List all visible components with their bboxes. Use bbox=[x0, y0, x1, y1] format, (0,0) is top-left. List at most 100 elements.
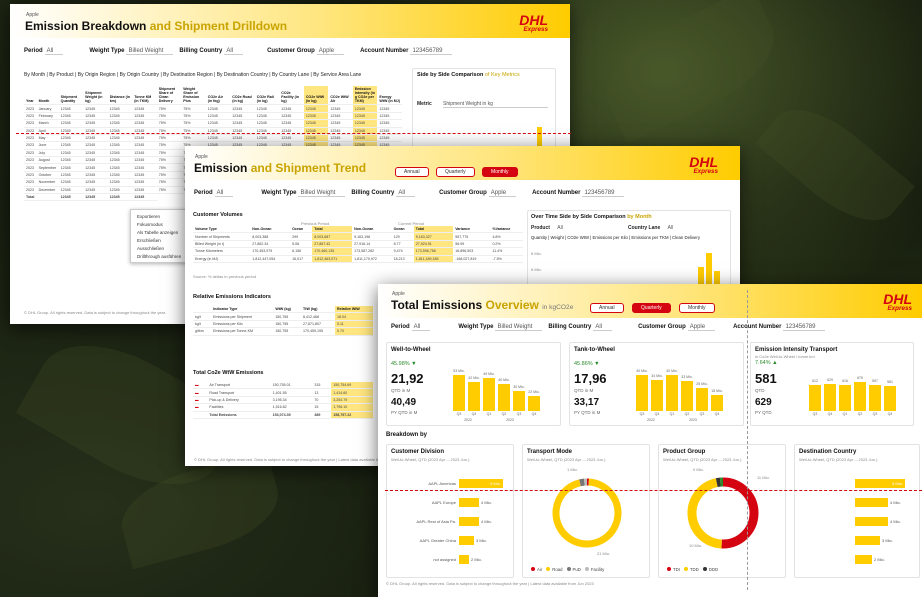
kpi-bar[interactable] bbox=[711, 395, 723, 411]
donut-chart[interactable] bbox=[659, 467, 787, 567]
filter-period[interactable]: Period All bbox=[194, 190, 234, 197]
toggle-annual[interactable]: Annual bbox=[590, 303, 624, 313]
kpi-bar[interactable] bbox=[483, 378, 495, 411]
legend-label[interactable]: Road bbox=[552, 567, 562, 572]
column-header[interactable]: Non-Ocean bbox=[250, 226, 291, 234]
filter-weight-type[interactable]: Weight Type Billed Weight bbox=[458, 324, 543, 331]
toggle-quarterly[interactable]: Quarterly bbox=[632, 303, 671, 313]
kpi-bar[interactable] bbox=[453, 375, 465, 411]
column-header[interactable]: Distance (in km) bbox=[107, 86, 133, 106]
column-header[interactable]: CO2e Road (in kg) bbox=[230, 86, 255, 106]
kpi-bar[interactable] bbox=[839, 385, 851, 411]
breakdown-bar[interactable] bbox=[855, 555, 872, 564]
column-header[interactable]: TtW (kg) bbox=[301, 306, 336, 314]
filter-billing-country[interactable]: Billing Country All bbox=[351, 190, 416, 197]
toggle-quarterly[interactable]: Quarterly bbox=[436, 167, 475, 177]
kpi-bar[interactable] bbox=[666, 375, 678, 411]
donut-slice-tdd[interactable] bbox=[687, 478, 723, 549]
column-header[interactable]: CO2e Air (in tkg) bbox=[205, 86, 231, 106]
filter-weight-type[interactable]: Weight Type Billed Weight bbox=[261, 190, 346, 197]
breakdown-card[interactable]: Transport Mode Well-to-Wheel, QTD (2023 A… bbox=[522, 444, 650, 578]
column-header[interactable]: Energy WtW (in MJ) bbox=[377, 86, 402, 106]
toggle-monthly[interactable]: Monthly bbox=[482, 167, 518, 177]
toggle-annual[interactable]: Annual bbox=[395, 167, 429, 177]
column-header[interactable]: Tonne KM (in TKM) bbox=[132, 86, 157, 106]
context-menu-item[interactable]: Erschließen bbox=[131, 236, 191, 244]
table-row[interactable]: kg/t Emissions per Shipment 150,755 8,412,4… bbox=[193, 312, 373, 321]
kpi-bar[interactable] bbox=[884, 386, 896, 411]
kpi-bar[interactable] bbox=[681, 381, 693, 411]
column-header[interactable]: WtW (kg) bbox=[273, 306, 302, 314]
donut-slice-tdi[interactable] bbox=[721, 477, 759, 549]
filter-billing-country[interactable]: Billing Country All bbox=[548, 324, 613, 331]
kpi-bar[interactable] bbox=[468, 382, 480, 411]
breakdown-bar[interactable] bbox=[459, 555, 469, 564]
column-header[interactable]: Non-Ocean bbox=[352, 226, 392, 234]
column-header[interactable]: %Variance bbox=[490, 226, 523, 234]
kpi-card[interactable]: Emission Intensity Transport in Co2e Well… bbox=[750, 342, 914, 426]
legend-label[interactable]: Facility bbox=[591, 567, 604, 572]
breakdown-bar[interactable] bbox=[459, 517, 479, 526]
table-row[interactable]: 2023 January 12345 12345 12345 12345 75% 75% 123… bbox=[24, 104, 402, 113]
breakdown-bar[interactable] bbox=[855, 517, 888, 526]
context-menu-item[interactable]: Drillthrough ausführen bbox=[131, 252, 191, 260]
donut-slice-pud[interactable] bbox=[579, 478, 585, 487]
kpi-bar[interactable] bbox=[636, 375, 648, 411]
legend-label[interactable]: PuD bbox=[573, 567, 581, 572]
kpi-card[interactable]: Well-to-Wheel 45.98% ▼ 21,92 QTD in M 40,49 P… bbox=[386, 342, 561, 426]
breakdown-card[interactable]: Customer Division Well-to-Wheel, QTD (202… bbox=[386, 444, 514, 578]
metric-selector[interactable]: Quantity | Weight | CO2e WtW | Emissions… bbox=[531, 235, 700, 240]
kpi-bar[interactable] bbox=[528, 396, 540, 411]
legend-label[interactable]: DDD bbox=[709, 567, 718, 572]
column-header[interactable]: Year bbox=[24, 86, 37, 106]
kpi-bar[interactable] bbox=[809, 385, 821, 411]
table-row[interactable]: ▬ Air Transport 150,755.01 315 150,754.69 bbox=[193, 382, 373, 390]
column-header[interactable]: CO2e Rail (in kg) bbox=[254, 86, 280, 106]
table-row[interactable]: g/tkm Emissions per Tonne-KM 150,755 170,45… bbox=[193, 327, 373, 336]
filter-customer-group[interactable]: Customer Group Apple bbox=[439, 190, 517, 197]
kpi-bar[interactable] bbox=[854, 382, 866, 411]
context-menu-item[interactable]: Ausschließen bbox=[131, 244, 191, 252]
column-header[interactable]: Month bbox=[36, 86, 59, 106]
filter-account-number[interactable]: Account Number 123456789 bbox=[532, 190, 625, 197]
filter-weight-type[interactable]: Weight Type Billed Weight bbox=[89, 48, 174, 55]
column-header[interactable]: Total bbox=[413, 226, 454, 234]
column-header[interactable]: Weight Share of Emission Plus bbox=[181, 86, 206, 106]
kpi-bar[interactable] bbox=[498, 384, 510, 411]
legend-label[interactable]: TDI bbox=[673, 567, 680, 572]
column-header[interactable]: Emission Intensity (in g CO2e per TKM) bbox=[352, 86, 378, 106]
kpi-bar[interactable] bbox=[869, 385, 881, 411]
breakdown-bar[interactable] bbox=[459, 536, 474, 545]
column-header[interactable]: CO2e WtW Air bbox=[328, 86, 353, 106]
table-row[interactable]: Tonne Kilometers 170,453,979 6,156 170,460,… bbox=[193, 247, 523, 256]
table-row[interactable]: ▬ Facilities 1,516.82 15 1,796.10 bbox=[193, 403, 373, 412]
table-row[interactable]: ▬ Pick-up & Delivery 3,195.34 70 3,254.79 bbox=[193, 396, 373, 405]
context-menu-item[interactable]: Als Tabelle anzeigen bbox=[131, 228, 191, 236]
table-row[interactable]: 2023 March 12345 12345 12345 12345 75% 75% 12345… bbox=[24, 119, 402, 128]
breakdown-tabs[interactable]: By Month | By Product | By Origin Region… bbox=[24, 72, 361, 78]
context-menu-item[interactable]: Fokusmodus bbox=[131, 220, 191, 228]
kpi-bar[interactable] bbox=[824, 384, 836, 411]
column-header[interactable]: Shipment Share of Clean Delivery bbox=[156, 86, 182, 106]
filter-account-number[interactable]: Account Number 123456789 bbox=[360, 48, 453, 55]
column-header[interactable]: Shipment Quantity bbox=[58, 86, 84, 106]
filter-period[interactable]: Period All bbox=[391, 324, 431, 331]
column-header[interactable]: Ocean bbox=[391, 226, 414, 234]
context-menu-item[interactable]: Exportieren bbox=[131, 212, 191, 220]
breakdown-card[interactable]: Destination Country Well-to-Wheel, QTD (2… bbox=[794, 444, 920, 578]
kpi-bar[interactable] bbox=[651, 380, 663, 411]
breakdown-bar[interactable] bbox=[459, 498, 479, 507]
table-row[interactable]: kg/t Emissions per Kilo 150,755 27,871,807 5… bbox=[193, 320, 373, 329]
column-header[interactable]: CO2e Facility (in kg) bbox=[279, 86, 304, 106]
filter-billing-country[interactable]: Billing Country All bbox=[179, 48, 244, 55]
breakdown-card[interactable]: Product Group Well-to-Wheel, QTD (2023 Ap… bbox=[658, 444, 786, 578]
column-header[interactable]: Ocean bbox=[290, 226, 313, 234]
kpi-bar[interactable] bbox=[696, 388, 708, 411]
breakdown-bar[interactable] bbox=[855, 536, 880, 545]
product-filter[interactable]: Product All bbox=[531, 225, 563, 231]
column-header[interactable]: Relative WtW bbox=[335, 306, 373, 314]
table-row[interactable]: 2023 February 12345 12345 12345 12345 75% 75% 12… bbox=[24, 112, 402, 121]
filter-customer-group[interactable]: Customer Group Apple bbox=[267, 48, 345, 55]
column-header[interactable]: Indicator Type bbox=[211, 306, 274, 314]
breakdown-bar[interactable] bbox=[855, 498, 888, 507]
